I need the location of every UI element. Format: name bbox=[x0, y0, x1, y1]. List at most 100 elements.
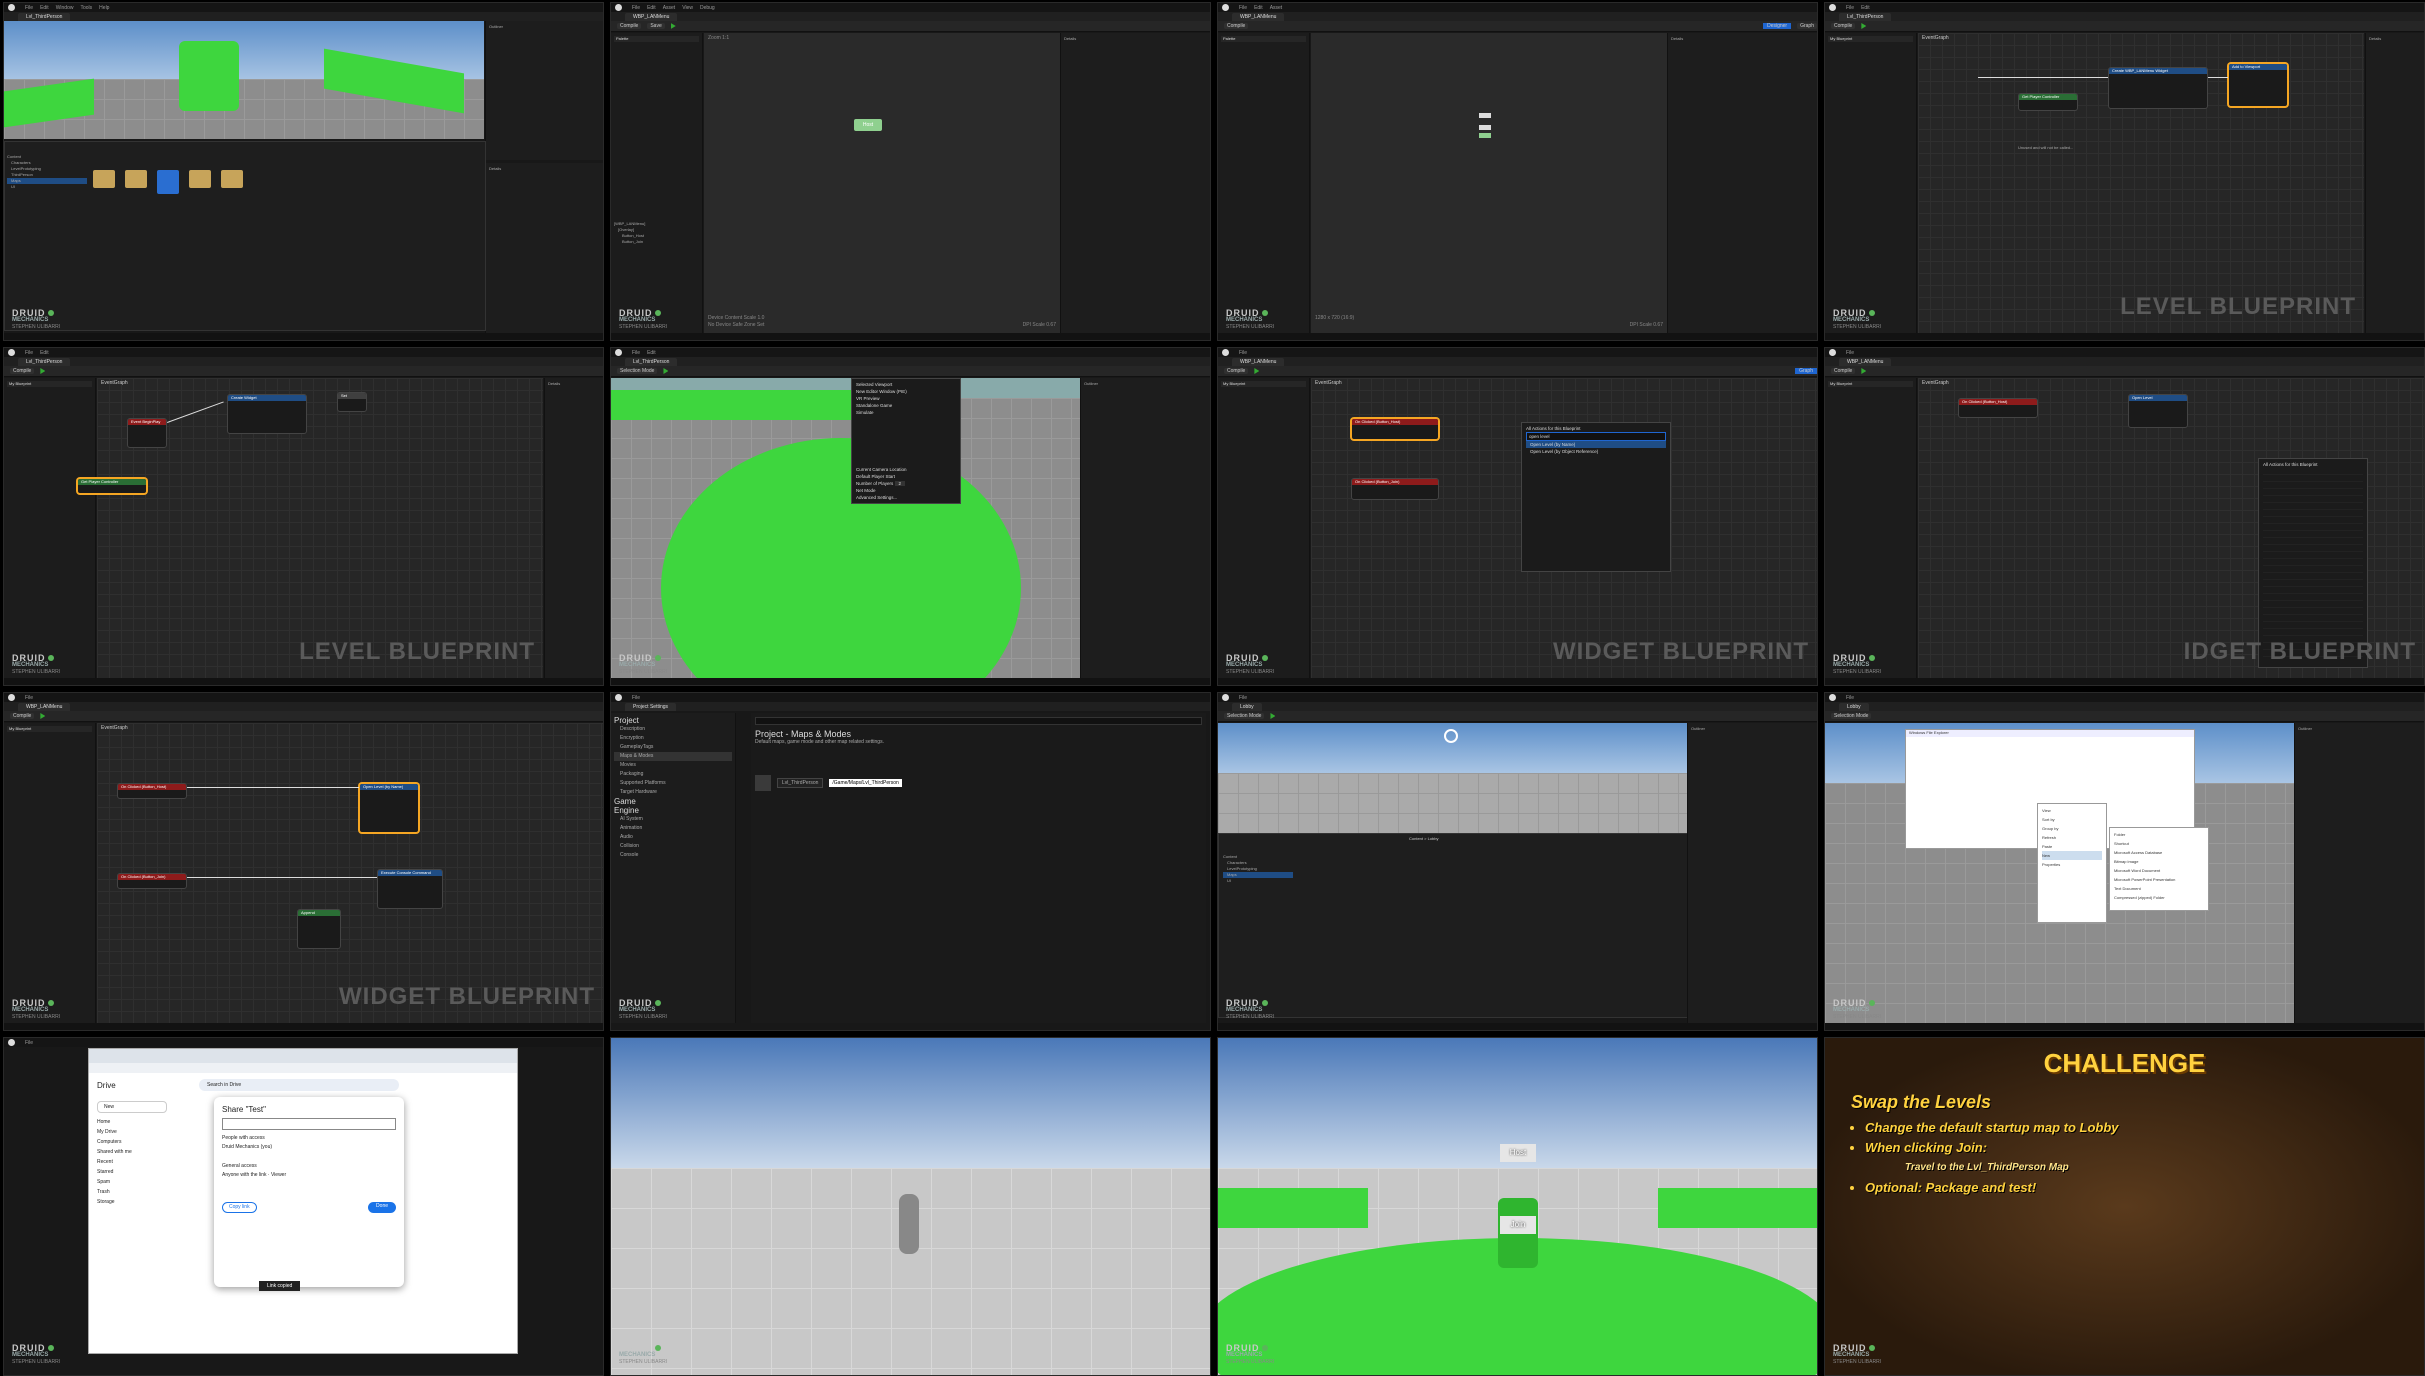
menu-item[interactable]: Group by bbox=[2042, 824, 2102, 833]
search-input[interactable]: open level bbox=[1526, 432, 1666, 441]
menu-item[interactable]: Current Camera Location bbox=[856, 466, 956, 473]
menu-item[interactable]: Edit bbox=[647, 350, 656, 356]
viewport[interactable] bbox=[1218, 723, 1688, 833]
sidebar-item[interactable]: My Drive bbox=[97, 1127, 167, 1137]
button-widget[interactable] bbox=[1479, 125, 1491, 130]
category-item[interactable]: Movies bbox=[614, 761, 732, 770]
category-item[interactable]: Maps & Modes bbox=[614, 752, 732, 761]
play-icon[interactable] bbox=[663, 368, 669, 374]
menu-item[interactable]: File bbox=[25, 1040, 33, 1046]
event-graph[interactable]: EventGraph Create WBP_LANMenu Widget Add… bbox=[1918, 33, 2364, 333]
menu-tools[interactable]: Tools bbox=[80, 5, 92, 11]
selection-mode-button[interactable]: Selection Mode bbox=[617, 368, 658, 374]
selection-mode-button[interactable]: Selection Mode bbox=[1831, 713, 1872, 719]
tab-widget[interactable]: WBP_LANMenu bbox=[18, 702, 71, 711]
menu-item[interactable]: Microsoft Word Document bbox=[2114, 866, 2204, 875]
folder-icon[interactable] bbox=[93, 170, 115, 188]
menu-item[interactable]: VR Preview bbox=[856, 395, 956, 402]
tab-widget[interactable]: WBP_LANMenu bbox=[1232, 12, 1285, 21]
category-item[interactable]: Supported Platforms bbox=[614, 779, 732, 788]
sidebar-item[interactable]: Shared with me bbox=[97, 1147, 167, 1157]
event-beginplay-node[interactable]: Event BeginPlay bbox=[127, 418, 167, 448]
append-node[interactable]: Append bbox=[297, 909, 341, 949]
join-button[interactable]: Join bbox=[1500, 1216, 1536, 1234]
menu-item[interactable]: Simulate bbox=[856, 409, 956, 416]
designer-canvas[interactable]: 1280 x 720 (16:9) DPI Scale 0.67 bbox=[1311, 33, 1667, 333]
menu-item[interactable]: Asset bbox=[663, 5, 676, 11]
designer-tab[interactable]: Designer bbox=[1763, 23, 1792, 29]
copy-link-button[interactable]: Copy link bbox=[222, 1202, 257, 1213]
tab-level[interactable]: Lvl_ThirdPerson bbox=[18, 12, 71, 21]
designer-canvas[interactable]: Zoom 1:1 Host Device Content Scale 1.0 N… bbox=[704, 33, 1060, 333]
category-item[interactable]: Packaging bbox=[614, 770, 732, 779]
menu-item[interactable]: Properties bbox=[2042, 860, 2102, 869]
menu-item[interactable]: File bbox=[1846, 350, 1854, 356]
hierarchy-item[interactable]: Button_Join bbox=[614, 239, 699, 245]
set-node[interactable]: Set bbox=[337, 392, 367, 412]
category-item[interactable]: Encryption bbox=[614, 734, 732, 743]
compile-button[interactable]: Compile bbox=[1831, 368, 1856, 374]
menu-item[interactable]: File bbox=[1239, 5, 1247, 11]
category-item[interactable]: Description bbox=[614, 725, 732, 734]
tab-level[interactable]: Lvl_ThirdPerson bbox=[625, 357, 678, 366]
on-clicked-host-node[interactable]: On Clicked (Button_Host) bbox=[1958, 398, 2038, 418]
host-button[interactable]: Host bbox=[1500, 1144, 1536, 1162]
address-bar[interactable] bbox=[89, 1063, 517, 1073]
play-icon[interactable] bbox=[1861, 23, 1867, 29]
folder-item[interactable]: UI bbox=[1223, 878, 1293, 884]
play-icon[interactable] bbox=[40, 368, 46, 374]
play-icon[interactable] bbox=[1270, 713, 1276, 719]
tab-level[interactable]: Lvl_ThirdPerson bbox=[1839, 12, 1892, 21]
default-map-dropdown[interactable]: Lvl_ThirdPerson bbox=[777, 778, 824, 788]
search-result[interactable]: Open Level (by Object Reference) bbox=[1526, 448, 1666, 455]
menu-item[interactable]: File bbox=[1846, 5, 1854, 11]
compile-button[interactable]: Compile bbox=[10, 713, 35, 719]
folder-icon[interactable] bbox=[189, 170, 211, 188]
menu-item[interactable]: File bbox=[632, 350, 640, 356]
viewport[interactable]: Selected Viewport New Editor Window (PIE… bbox=[611, 378, 1081, 678]
category-item[interactable]: Animation bbox=[614, 824, 732, 833]
open-level-node[interactable]: Open Level (by Name) bbox=[359, 783, 419, 833]
menu-item[interactable]: Folder bbox=[2114, 830, 2204, 839]
menu-item[interactable]: Default Player Start bbox=[856, 473, 956, 480]
menu-item[interactable]: File bbox=[1239, 350, 1247, 356]
menu-item[interactable]: Advanced Settings... bbox=[856, 494, 956, 501]
graph-tab[interactable]: Graph bbox=[1797, 23, 1817, 29]
menu-item[interactable]: File bbox=[25, 695, 33, 701]
graph-tab[interactable]: Graph bbox=[1795, 368, 1817, 374]
compile-button[interactable]: Compile bbox=[10, 368, 35, 374]
menu-item[interactable]: Edit bbox=[1254, 5, 1263, 11]
event-graph[interactable]: EventGraph On Clicked (Button_Host) On C… bbox=[1311, 378, 1817, 678]
execute-console-command-node[interactable]: Execute Console Command bbox=[377, 869, 443, 909]
num-players-row[interactable]: Number of Players 2 bbox=[856, 480, 956, 487]
selection-mode-button[interactable]: Selection Mode bbox=[1224, 713, 1265, 719]
menu-item[interactable]: Sort by bbox=[2042, 815, 2102, 824]
sidebar-item[interactable]: Home bbox=[97, 1117, 167, 1127]
on-clicked-host-node[interactable]: On Clicked (Button_Host) bbox=[117, 783, 187, 799]
event-graph[interactable]: EventGraph On Clicked (Button_Host) Open… bbox=[97, 723, 603, 1023]
folder-icon[interactable] bbox=[125, 170, 147, 188]
create-widget-node[interactable]: Create WBP_LANMenu Widget bbox=[2108, 67, 2208, 109]
menu-item[interactable]: Net Mode bbox=[856, 487, 956, 494]
menu-item[interactable]: Bitmap image bbox=[2114, 857, 2204, 866]
menu-item[interactable]: Selected Viewport bbox=[856, 381, 956, 388]
host-button[interactable]: Host bbox=[854, 119, 882, 131]
menu-item[interactable]: File bbox=[25, 350, 33, 356]
sidebar-item[interactable]: Storage bbox=[97, 1197, 167, 1207]
menu-item[interactable]: Debug bbox=[700, 5, 715, 11]
menu-item[interactable]: New bbox=[2042, 851, 2102, 860]
menu-item[interactable]: Text Document bbox=[2114, 884, 2204, 893]
menu-item[interactable]: Edit bbox=[40, 350, 49, 356]
done-button[interactable]: Done bbox=[368, 1202, 396, 1213]
tab-widget[interactable]: WBP_LANMenu bbox=[1839, 357, 1892, 366]
menu-item[interactable]: Asset bbox=[1270, 5, 1283, 11]
category-item[interactable]: Collision bbox=[614, 842, 732, 851]
menu-edit[interactable]: Edit bbox=[40, 5, 49, 11]
compile-button[interactable]: Compile bbox=[1224, 23, 1249, 29]
sidebar-item[interactable]: Starred bbox=[97, 1167, 167, 1177]
event-graph[interactable]: EventGraph Event BeginPlay Create Widget… bbox=[77, 378, 543, 678]
save-button[interactable]: Save bbox=[647, 23, 665, 29]
drive-search-input[interactable]: Search in Drive bbox=[199, 1079, 399, 1091]
menu-item[interactable]: File bbox=[632, 5, 640, 11]
category-item[interactable]: Target Hardware bbox=[614, 788, 732, 797]
